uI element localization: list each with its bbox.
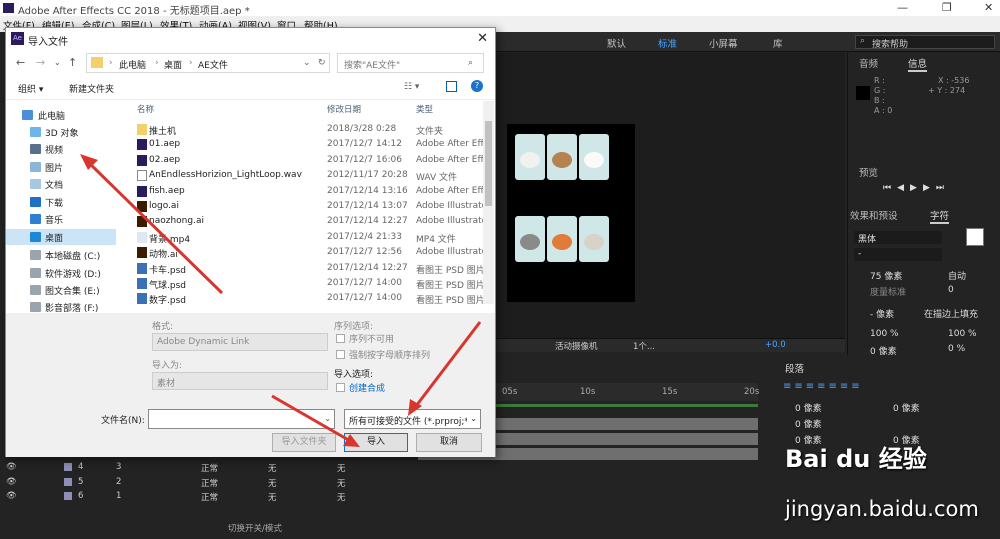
annotation-arrows: [80, 154, 482, 447]
arrow-line: [84, 158, 224, 295]
arrow-line: [411, 321, 482, 411]
arrow-head: [343, 434, 360, 447]
arrow-line: [271, 394, 353, 444]
